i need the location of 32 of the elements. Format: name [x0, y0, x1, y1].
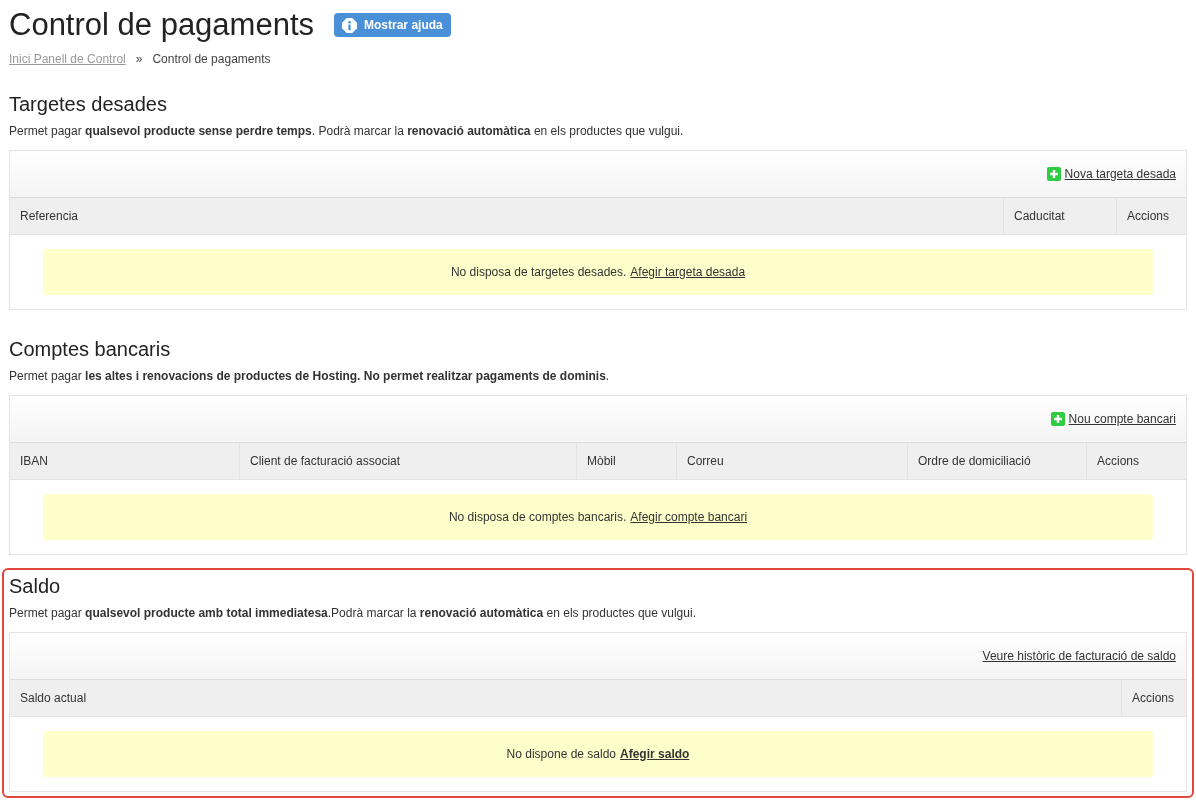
info-icon: [342, 17, 358, 33]
section-title: Targetes desades: [9, 92, 168, 116]
plus-icon: [1046, 167, 1061, 181]
toolbar-link[interactable]: Veure històric de facturació de saldo: [982, 647, 1176, 665]
section-title: Comptes bancaris: [9, 337, 172, 361]
column-header: Correu: [676, 443, 907, 479]
section-title: Saldo: [9, 574, 62, 598]
empty-message: No dispone de saldo: [506, 746, 617, 763]
column-header: Accions: [1116, 198, 1186, 234]
add-link[interactable]: Afegir targeta desada: [630, 263, 746, 281]
empty-message: No disposa de targetes desades.: [450, 264, 627, 281]
add-link[interactable]: Afegir saldo: [620, 745, 690, 763]
column-header: IBAN: [19, 453, 49, 470]
column-header: Client de facturació associat: [239, 443, 576, 479]
section-description: Permet pagar qualsevol producte sense perdre temps. Podrà marcar la renovació automàtica en els productes que vulgui.: [9, 123, 685, 139]
column-header: Accions: [1121, 680, 1186, 716]
column-header: Referencia: [19, 208, 80, 225]
empty-message: No disposa de comptes bancaris.: [448, 509, 627, 526]
toolbar-link[interactable]: Nova targeta desada: [1046, 165, 1176, 183]
breadcrumb-text: Control de pagaments: [152, 51, 271, 68]
column-header: Saldo actual: [19, 690, 88, 707]
column-header: Caducitat: [1003, 198, 1116, 234]
column-header: Accions: [1086, 443, 1187, 479]
plus-icon: [1050, 412, 1065, 426]
page-title: Control de pagaments: [9, 8, 315, 40]
add-link[interactable]: Afegir compte bancari: [630, 508, 748, 526]
column-header: Mòbil: [576, 443, 676, 479]
toolbar-link[interactable]: Nou compte bancari: [1050, 410, 1176, 428]
breadcrumb-text: »: [135, 51, 143, 68]
section-description: Permet pagar qualsevol producte amb total immediatesa.Podrà marcar la renovació automàtica en els productes que vulgui.: [9, 605, 697, 621]
section-description: Permet pagar les altes i renovacions de productes de Hosting. No permet realitzar pagaments de dominis.: [9, 368, 611, 384]
column-header: Ordre de domiciliació: [907, 443, 1086, 479]
